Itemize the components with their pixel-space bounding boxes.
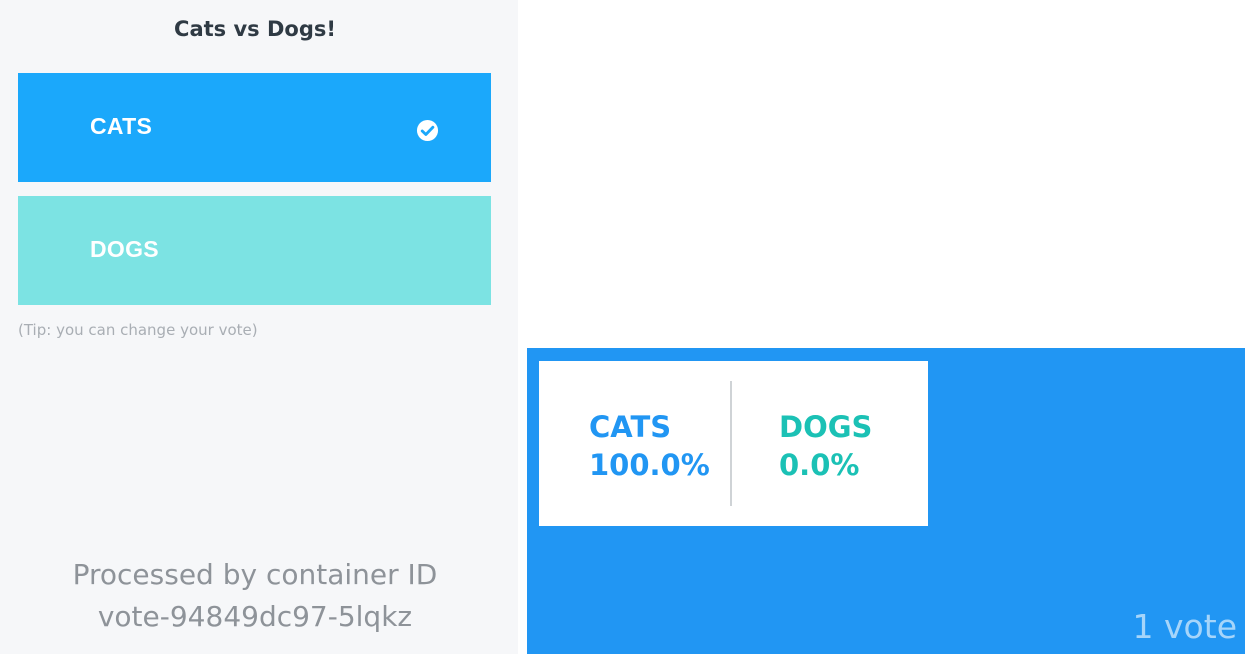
result-divider	[730, 381, 732, 506]
result-dogs-label: DOGS	[779, 410, 873, 444]
vote-option-cats-label: CATS	[90, 113, 153, 139]
result-cats-label: CATS	[589, 410, 672, 444]
result-cats-percent: 100.0%	[589, 448, 710, 482]
app-root: Cats vs Dogs! CATS DOGS (Tip: you can ch…	[0, 0, 1245, 654]
vote-option-dogs-label: DOGS	[90, 236, 159, 262]
vote-title: Cats vs Dogs!	[174, 17, 336, 41]
container-id-caption: Processed by container ID	[72, 558, 438, 591]
vote-option-cats[interactable]: CATS	[18, 73, 491, 182]
result-card: CATS 100.0% DOGS 0.0%	[539, 361, 928, 526]
vote-panel: Cats vs Dogs! CATS DOGS (Tip: you can ch…	[0, 0, 518, 654]
vote-option-dogs[interactable]: DOGS	[18, 196, 491, 305]
result-cats: CATS 100.0%	[589, 408, 710, 484]
vote-count: 1 vote	[1132, 607, 1237, 646]
container-id-value: vote-94849dc97-5lqkz	[97, 600, 413, 633]
result-dogs-percent: 0.0%	[779, 448, 860, 482]
vote-tip: (Tip: you can change your vote)	[18, 321, 258, 339]
check-circle-icon	[416, 119, 439, 142]
result-panel: CATS 100.0% DOGS 0.0% 1 vote	[527, 348, 1245, 654]
result-dogs: DOGS 0.0%	[779, 408, 872, 484]
